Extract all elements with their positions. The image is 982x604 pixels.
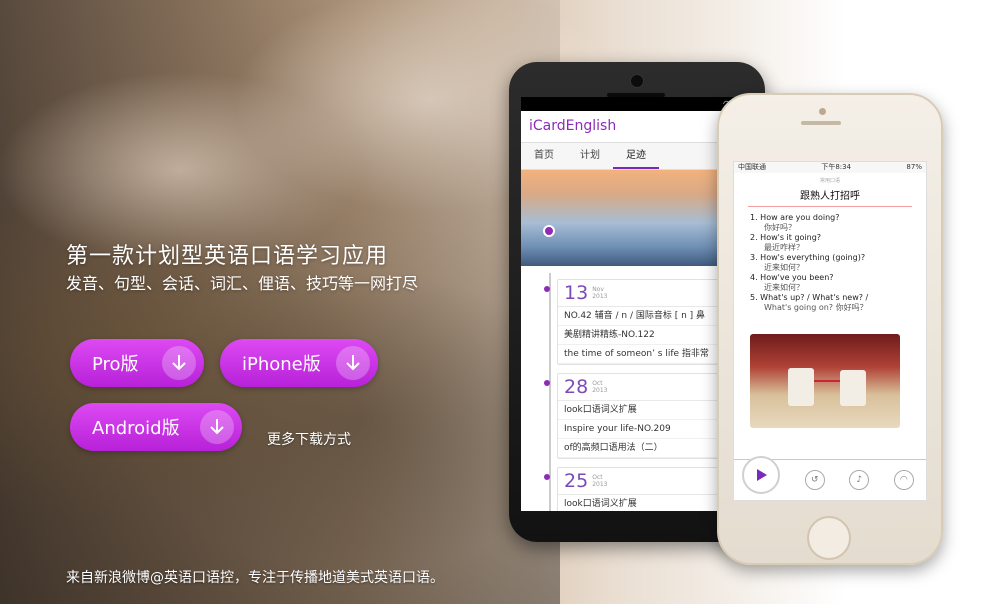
- entry-year: 2013: [592, 387, 608, 394]
- timeline-dot: [543, 225, 555, 237]
- phrase-en: 4. How've you been?: [750, 273, 834, 282]
- timeline-dot: [544, 474, 550, 480]
- entry-year: 2013: [592, 293, 608, 300]
- play-icon: [757, 469, 767, 481]
- tab-footprint[interactable]: 足迹: [613, 143, 659, 169]
- android-status-bar: ◠ ▮ ▭: [521, 97, 753, 111]
- phrase-en: 2. How's it going?: [750, 233, 822, 242]
- more-downloads-link[interactable]: 更多下载方式: [267, 429, 351, 449]
- download-arrow-icon: [336, 346, 370, 380]
- headphones-icon[interactable]: ◠: [893, 470, 914, 490]
- carrier-label: 中国联通: [738, 163, 766, 171]
- iphone-status-bar: 中国联通 下午8:34 87%: [734, 162, 926, 173]
- iphone-download-button[interactable]: iPhone版: [220, 339, 378, 387]
- phrase-zh: 近来如何？: [764, 263, 804, 272]
- download-arrow-icon: [162, 346, 196, 380]
- section-small-header: 常用口语: [819, 178, 840, 184]
- camera-icon: [819, 108, 826, 115]
- android-download-button[interactable]: Android版: [70, 403, 242, 451]
- phrase-zh: 最近咋样？: [764, 243, 804, 252]
- phrase-list: 1. How are you doing? 你好吗？ 2. How's it go…: [750, 213, 926, 313]
- phrase-zh: What's going on? 你好吗？: [764, 303, 868, 312]
- pro-download-button[interactable]: Pro版: [70, 339, 204, 387]
- replay-icon[interactable]: ↺: [804, 470, 825, 490]
- entry-month: Nov: [592, 286, 604, 293]
- list-item: 2. How's it going? 最近咋样？: [750, 233, 926, 253]
- entry-year: 2013: [592, 481, 608, 488]
- timeline-dot: [544, 286, 550, 292]
- tab-home[interactable]: 首页: [521, 143, 567, 169]
- iphone-screen: 中国联通 下午8:34 87% 常用口语 跟熟人打招呼 1. How are y…: [733, 161, 927, 501]
- timeline-dot: [544, 380, 550, 386]
- speaker-grille: [801, 121, 841, 125]
- lesson-photo: [750, 334, 900, 428]
- play-button[interactable]: [742, 456, 780, 494]
- tab-plan[interactable]: 计划: [567, 143, 613, 169]
- entry-day: 28: [564, 376, 589, 398]
- subheadline: 发音、句型、会话、词汇、俚语、技巧等一网打尽: [66, 274, 419, 293]
- footer-text: 来自新浪微博@英语口语控，专注于传播地道美式英语口语。: [66, 570, 444, 586]
- cup-string: [814, 380, 840, 382]
- phrase-en: 3. How's everything (going)?: [750, 253, 866, 262]
- battery-label: 87%: [906, 163, 922, 171]
- phrase-zh: 近来如何？: [764, 283, 804, 292]
- android-download-label: Android版: [92, 418, 180, 439]
- home-button[interactable]: [807, 516, 851, 560]
- clock-label: 下午8:34: [821, 163, 852, 171]
- cup-left: [788, 368, 814, 406]
- lesson-title: 跟熟人打招呼: [748, 187, 912, 207]
- phrase-en: 1. How are you doing?: [750, 213, 840, 222]
- download-arrow-icon: [200, 410, 234, 444]
- list-item: 4. How've you been? 近来如何？: [750, 273, 926, 293]
- phrase-zh: 你好吗？: [764, 223, 796, 232]
- entry-month: Oct: [592, 474, 603, 481]
- list-item: 1. How are you doing? 你好吗？: [750, 213, 926, 233]
- pro-download-label: Pro版: [92, 354, 139, 375]
- list-item: 3. How's everything (going)? 近来如何？: [750, 253, 926, 273]
- background-shade: [0, 0, 560, 604]
- iphone-mockup: 中国联通 下午8:34 87% 常用口语 跟熟人打招呼 1. How are y…: [717, 93, 943, 565]
- entry-day: 13: [564, 282, 589, 304]
- headline: 第一款计划型英语口语学习应用: [66, 244, 389, 269]
- camera-icon: [630, 74, 644, 88]
- list-item: 5. What's up? / What's new? / What's goin…: [750, 293, 926, 313]
- microphone-icon[interactable]: ♪: [849, 470, 870, 490]
- cup-right: [840, 370, 866, 406]
- phrase-en: 5. What's up? / What's new? /: [750, 293, 869, 302]
- entry-day: 25: [564, 470, 589, 492]
- entry-month: Oct: [592, 380, 603, 387]
- iphone-download-label: iPhone版: [242, 354, 321, 375]
